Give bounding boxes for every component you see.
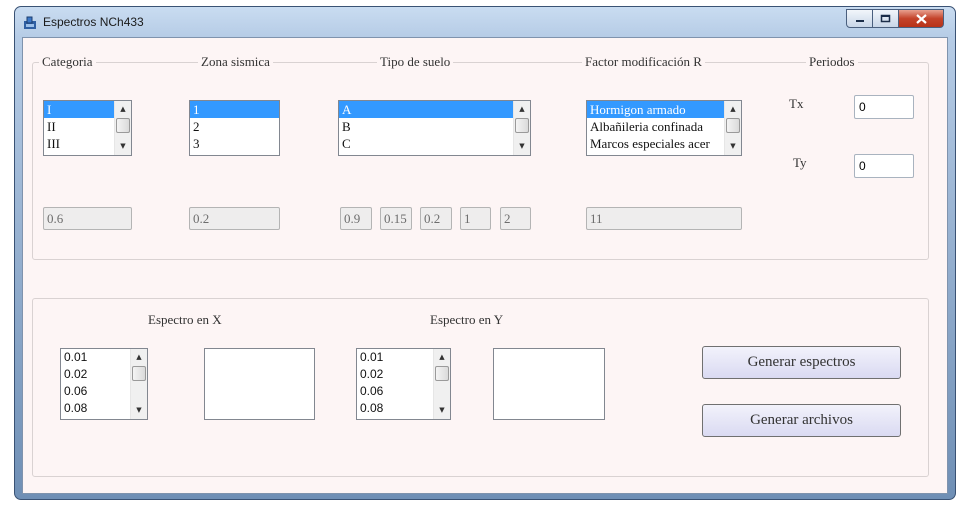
tipo-suelo-label: Tipo de suelo	[377, 54, 454, 70]
scroll-thumb[interactable]	[726, 118, 740, 133]
tx-input[interactable]: 0	[854, 95, 914, 119]
scroll-down-arrow-icon[interactable]: ▼	[434, 403, 450, 418]
generar-archivos-button[interactable]: Generar archivos	[702, 404, 901, 437]
espectro-y-label: Espectro en Y	[430, 312, 504, 327]
scroll-up-arrow-icon[interactable]: ▲	[434, 350, 450, 365]
espectro-y-output[interactable]	[493, 348, 605, 420]
restore-icon	[880, 14, 891, 23]
scrollbar[interactable]: ▲ ▼	[724, 101, 741, 155]
list-item[interactable]: C	[339, 135, 530, 152]
factor-r-label: Factor modificación R	[582, 54, 705, 70]
periodos-label: Periodos	[806, 54, 858, 70]
zona-sismica-label: Zona sismica	[198, 54, 273, 70]
scrollbar[interactable]: ▲ ▼	[130, 349, 147, 419]
categoria-listbox[interactable]: I II III ▲ ▼	[43, 100, 132, 156]
suelo-value-field: 0.9	[340, 207, 372, 230]
scrollbar[interactable]: ▲ ▼	[433, 349, 450, 419]
suelo-value-field: 2	[500, 207, 531, 230]
client-area: Categoria Zona sismica Tipo de suelo Fac…	[22, 37, 948, 494]
suelo-value-field: 0.15	[380, 207, 412, 230]
list-item[interactable]: 1	[190, 101, 279, 118]
ty-label: Ty	[793, 155, 807, 170]
list-item[interactable]: Marcos especiales acer	[587, 135, 741, 152]
close-icon	[915, 13, 927, 24]
scroll-down-arrow-icon[interactable]: ▼	[131, 403, 147, 418]
factor-r-listbox[interactable]: Hormigon armado Albañileria confinada Ma…	[586, 100, 742, 156]
app-icon	[24, 16, 36, 29]
scroll-thumb[interactable]	[116, 118, 130, 133]
list-item[interactable]: Albañileria confinada	[587, 118, 741, 135]
scrollbar[interactable]: ▲ ▼	[114, 101, 131, 155]
zona-listbox[interactable]: 1 2 3	[189, 100, 280, 156]
categoria-label: Categoria	[39, 54, 96, 70]
maximize-button[interactable]	[872, 9, 899, 28]
close-button[interactable]	[898, 9, 944, 28]
list-item[interactable]: 3	[190, 135, 279, 152]
zona-value-field: 0.2	[189, 207, 280, 230]
scroll-up-arrow-icon[interactable]: ▲	[115, 102, 131, 117]
title-bar[interactable]: Espectros NCh433	[15, 7, 955, 37]
scroll-up-arrow-icon[interactable]: ▲	[725, 102, 741, 117]
scroll-up-arrow-icon[interactable]: ▲	[514, 102, 530, 117]
ty-input[interactable]: 0	[854, 154, 914, 178]
tipo-suelo-listbox[interactable]: A B C ▲ ▼	[338, 100, 531, 156]
tx-label: Tx	[789, 96, 804, 111]
window-title: Espectros NCh433	[43, 15, 144, 29]
scrollbar[interactable]: ▲ ▼	[513, 101, 530, 155]
scroll-thumb[interactable]	[132, 366, 146, 381]
list-item[interactable]: B	[339, 118, 530, 135]
scroll-thumb[interactable]	[515, 118, 529, 133]
minimize-icon	[855, 19, 864, 22]
espectro-x-label: Espectro en X	[148, 312, 222, 327]
scroll-thumb[interactable]	[435, 366, 449, 381]
periods-x-listbox[interactable]: 0.01 0.02 0.06 0.08 ▲ ▼	[60, 348, 148, 420]
scroll-down-arrow-icon[interactable]: ▼	[725, 139, 741, 154]
list-item[interactable]: Hormigon armado	[587, 101, 741, 118]
suelo-value-field: 1	[460, 207, 491, 230]
minimize-button[interactable]	[846, 9, 873, 28]
scroll-up-arrow-icon[interactable]: ▲	[131, 350, 147, 365]
suelo-value-field: 0.2	[420, 207, 452, 230]
list-item[interactable]: 2	[190, 118, 279, 135]
list-item[interactable]: A	[339, 101, 530, 118]
scroll-down-arrow-icon[interactable]: ▼	[514, 139, 530, 154]
main-window: Espectros NCh433 Categoria Zona sismica …	[14, 6, 956, 500]
periods-y-listbox[interactable]: 0.01 0.02 0.06 0.08 ▲ ▼	[356, 348, 451, 420]
scroll-down-arrow-icon[interactable]: ▼	[115, 139, 131, 154]
espectro-x-output[interactable]	[204, 348, 315, 420]
factor-value-field: 11	[586, 207, 742, 230]
generar-espectros-button[interactable]: Generar espectros	[702, 346, 901, 379]
categoria-value-field: 0.6	[43, 207, 132, 230]
